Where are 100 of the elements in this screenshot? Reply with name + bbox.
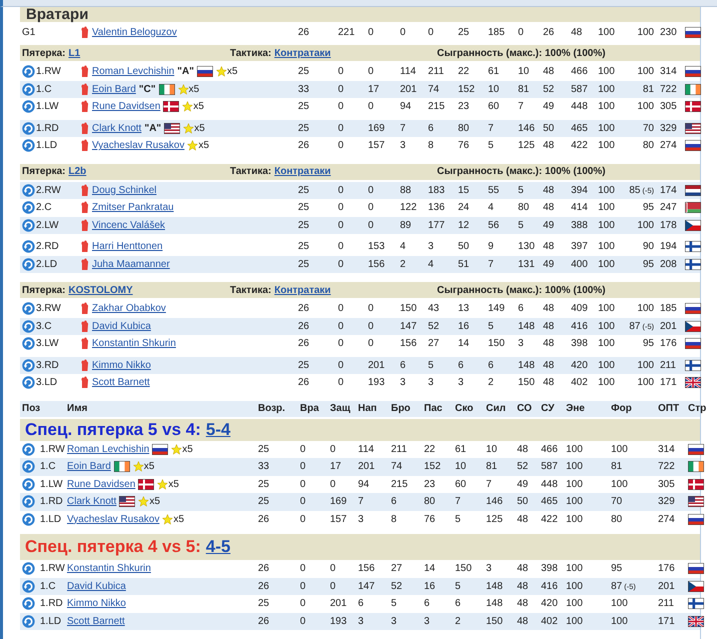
table-cell-text: 100 [566, 563, 584, 574]
player-link[interactable]: Vyacheslav Rusakov [67, 514, 160, 525]
player-link[interactable]: Kimmo Nikko [67, 598, 126, 610]
table-cell-text: 201 [400, 84, 418, 95]
table-cell-text: 0 [300, 598, 307, 610]
player-link[interactable]: Rune Davidsen [92, 101, 160, 112]
player-link[interactable]: Roman Levchishin [67, 444, 150, 455]
table-cell-text: 0 [428, 26, 435, 38]
unit-link[interactable]: 4-5 [206, 537, 230, 557]
table-cell-text: 25 [298, 184, 310, 196]
player-link[interactable]: Valentin Beloguzov [92, 26, 177, 38]
table-cell-text: 394 [571, 184, 589, 196]
player-link[interactable]: Zmitser Pankratau [92, 202, 174, 214]
circular-arrow-icon [22, 184, 35, 197]
table-cell-text: 80 [424, 496, 436, 508]
count-label: x5 [149, 496, 160, 508]
column-header: Нап [358, 403, 378, 414]
table-cell-text: 15 [458, 184, 470, 196]
table-cell-text: 26 [298, 26, 310, 38]
table-cell-text: 10 [486, 444, 498, 455]
position-label: 2.C [36, 202, 53, 214]
position-label: 1.C [36, 84, 53, 95]
player-link[interactable]: Konstantin Shkurin [67, 563, 151, 574]
table-cell-text: 398 [541, 563, 559, 574]
czech-flag-icon [685, 220, 701, 231]
table-cell-text: 5 [488, 320, 495, 332]
table-cell-text: 48 [543, 338, 556, 350]
player-link[interactable]: Kimmo Nikko [92, 360, 151, 371]
player-link[interactable]: Harri Henttonen [92, 241, 163, 252]
player-link[interactable]: Konstantin Shkurin [92, 338, 176, 350]
table-cell-text: 6 [458, 360, 465, 371]
circular-arrow-icon [22, 460, 35, 474]
table-cell-text: 74 [428, 84, 440, 95]
column-header: Пас [424, 403, 444, 414]
uk-flag-icon [688, 616, 704, 627]
column-header: ОПТ [658, 403, 680, 414]
table-cell-text: 100 [611, 478, 629, 490]
table-cell-text: 174 [660, 184, 678, 196]
tactic-link[interactable]: Контратаки [274, 284, 331, 296]
table-cell-text: 8 [428, 140, 435, 152]
table-cell-text: 114 [358, 444, 375, 455]
table-cell-text: 587 [571, 84, 589, 95]
table-cell-text: 125 [486, 514, 504, 525]
table-cell-text: 100 [598, 140, 616, 152]
unit-link[interactable]: L1 [68, 48, 80, 58]
glove-icon [80, 26, 89, 38]
table-cell-text: 10 [488, 84, 500, 95]
table-cell-text: 0 [338, 241, 345, 252]
player-link[interactable]: Rune Davidsen [67, 478, 136, 490]
table-cell-text: 3 [358, 616, 365, 627]
unit-link[interactable]: 5-4 [206, 420, 230, 440]
table-cell-text: 100 [566, 616, 584, 627]
player-link[interactable]: David Kubica [92, 320, 151, 332]
player-link[interactable]: Scott Barnett [67, 616, 125, 627]
star-icon [216, 66, 227, 78]
player-link[interactable]: Doug Schinkel [92, 184, 156, 196]
table-cell-text: 6 [428, 122, 435, 134]
player-link[interactable]: Zakhar Obabkov [92, 303, 166, 314]
player-link[interactable]: Juha Maamanner [92, 258, 170, 270]
player-link[interactable]: Clark Knott [92, 122, 142, 134]
table-cell-text: 56 [488, 220, 500, 231]
player-link[interactable]: Vyacheslav Rusakov [92, 140, 184, 152]
section-title: Спец. пятерка 4 vs 5: [25, 537, 201, 557]
tactic-link[interactable]: Контратаки [274, 166, 331, 177]
glove-icon [80, 302, 89, 316]
glove-icon [80, 376, 89, 390]
table-cell-text: 0 [338, 202, 345, 214]
unit-link[interactable]: L2b [68, 166, 86, 177]
table-cell-text: 7 [486, 478, 493, 490]
table-cell-text: 25 [298, 220, 310, 231]
table-cell-text: 100 [566, 461, 584, 472]
table-cell-text: 6 [358, 598, 365, 610]
unit-label: Пятерка: [22, 48, 66, 58]
player-link[interactable]: Clark Knott [67, 496, 116, 508]
table-cell-text: 10 [518, 66, 530, 78]
player-link[interactable]: Scott Barnett [92, 377, 150, 388]
table-cell-text: 48 [543, 320, 556, 332]
count-label: x5 [168, 478, 179, 490]
table-cell-text: 24 [458, 202, 470, 214]
table-cell-text: 95 [642, 338, 655, 350]
player-link[interactable]: Eoin Bard [92, 84, 136, 95]
table-cell-text: 26 [298, 320, 310, 332]
tactic-link[interactable]: Контратаки [274, 48, 331, 58]
table-cell-text: 14 [458, 338, 470, 350]
player-link[interactable]: Roman Levchishin [92, 66, 174, 78]
table-cell-text: 26 [258, 514, 270, 525]
table-cell-text: 51 [458, 258, 470, 270]
player-link[interactable]: Eoin Bard [67, 461, 111, 472]
table-cell-text: 3 [428, 377, 435, 388]
player-link[interactable]: David Kubica [67, 580, 126, 592]
table-cell-text: 48 [543, 241, 556, 252]
denmark-flag-icon [138, 478, 154, 490]
table-cell-text: 6 [518, 303, 525, 314]
table-cell-text: 0 [300, 478, 307, 490]
player-link[interactable]: Vincenc Valášek [92, 220, 166, 231]
unit-link[interactable]: KOSTOLOMY [68, 284, 133, 296]
table-cell-text: 61 [455, 444, 468, 455]
table-cell-text: 587 [541, 461, 559, 472]
table-cell-text: 55 [488, 184, 500, 196]
table-cell-text: 13 [458, 303, 470, 314]
